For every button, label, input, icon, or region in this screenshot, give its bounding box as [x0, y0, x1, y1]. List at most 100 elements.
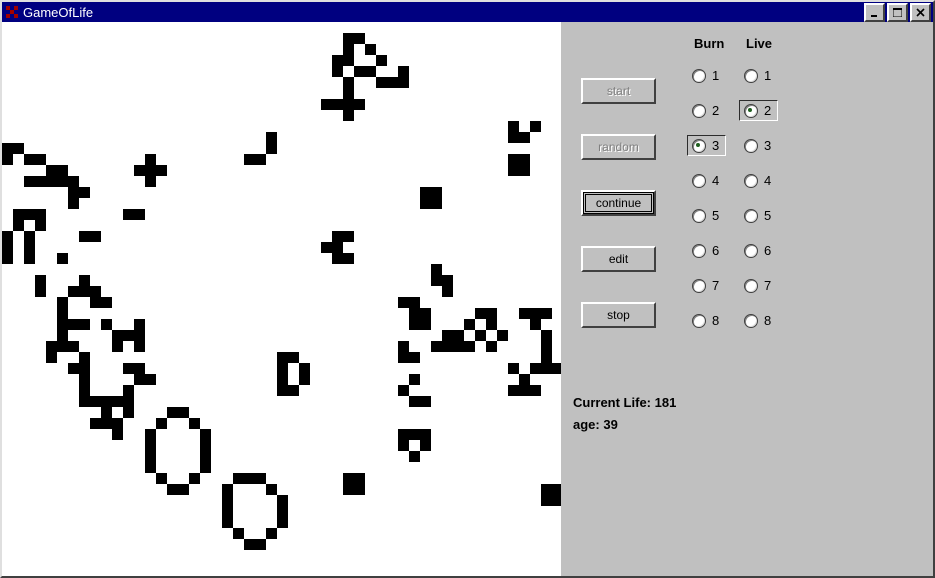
burn-radio-7[interactable]: 7 — [687, 275, 726, 296]
radio-icon — [692, 279, 706, 293]
life-value: 181 — [655, 395, 677, 410]
cell — [508, 154, 519, 165]
live-radio-5[interactable]: 5 — [739, 205, 778, 226]
cell — [35, 176, 46, 187]
maximize-button[interactable] — [887, 3, 908, 22]
cell — [277, 506, 288, 517]
cell — [2, 242, 13, 253]
cell — [343, 33, 354, 44]
continue-button[interactable]: continue — [581, 190, 656, 216]
cell — [508, 363, 519, 374]
cell — [376, 55, 387, 66]
client-area: start random continue edit stop Burn Liv… — [2, 22, 933, 576]
live-radio-7[interactable]: 7 — [739, 275, 778, 296]
stop-button[interactable]: stop — [581, 302, 656, 328]
cell — [90, 231, 101, 242]
burn-radio-1[interactable]: 1 — [687, 65, 726, 86]
cell — [79, 286, 90, 297]
cell — [123, 330, 134, 341]
cell — [486, 341, 497, 352]
cell — [541, 308, 552, 319]
cell — [332, 99, 343, 110]
cell — [541, 330, 552, 341]
cell — [101, 407, 112, 418]
radio-label: 7 — [764, 278, 771, 293]
cell — [255, 473, 266, 484]
cell — [541, 352, 552, 363]
cell — [68, 319, 79, 330]
radio-label: 1 — [764, 68, 771, 83]
cell — [409, 429, 420, 440]
edit-button[interactable]: edit — [581, 246, 656, 272]
cell — [365, 66, 376, 77]
live-radio-4[interactable]: 4 — [739, 170, 778, 191]
cell — [233, 473, 244, 484]
title-bar[interactable]: GameOfLife — [2, 2, 933, 22]
cell — [68, 198, 79, 209]
cell — [90, 286, 101, 297]
cell — [409, 319, 420, 330]
cell — [288, 385, 299, 396]
cell — [35, 209, 46, 220]
cell — [299, 374, 310, 385]
start-button[interactable]: start — [581, 78, 656, 104]
cell — [112, 341, 123, 352]
burn-radio-5[interactable]: 5 — [687, 205, 726, 226]
cell — [442, 330, 453, 341]
application-window: GameOfLife start random continue edit st… — [0, 0, 935, 578]
close-button[interactable] — [910, 3, 931, 22]
minimize-button[interactable] — [864, 3, 885, 22]
cell — [145, 176, 156, 187]
cell — [464, 341, 475, 352]
cell — [365, 44, 376, 55]
cell-grid — [2, 22, 561, 576]
cell — [13, 143, 24, 154]
cell — [442, 275, 453, 286]
cell — [277, 374, 288, 385]
cell — [145, 462, 156, 473]
cell — [420, 429, 431, 440]
cell — [57, 330, 68, 341]
cell — [200, 429, 211, 440]
radio-icon — [744, 69, 758, 83]
random-button[interactable]: random — [581, 134, 656, 160]
cell — [57, 297, 68, 308]
cell — [398, 352, 409, 363]
cell — [145, 165, 156, 176]
radio-label: 7 — [712, 278, 719, 293]
live-radio-2[interactable]: 2 — [739, 100, 778, 121]
cell — [486, 308, 497, 319]
burn-radio-4[interactable]: 4 — [687, 170, 726, 191]
cell — [486, 319, 497, 330]
live-radio-6[interactable]: 6 — [739, 240, 778, 261]
live-radio-3[interactable]: 3 — [739, 135, 778, 156]
radio-label: 2 — [712, 103, 719, 118]
burn-radio-3[interactable]: 3 — [687, 135, 726, 156]
radio-label: 8 — [764, 313, 771, 328]
burn-radio-2[interactable]: 2 — [687, 100, 726, 121]
cell — [519, 308, 530, 319]
life-canvas[interactable] — [2, 22, 561, 576]
cell — [431, 275, 442, 286]
cell — [354, 33, 365, 44]
cell — [420, 440, 431, 451]
cell — [101, 319, 112, 330]
cell — [266, 143, 277, 154]
cell — [508, 132, 519, 143]
cell — [277, 517, 288, 528]
live-radio-1[interactable]: 1 — [739, 65, 778, 86]
cell — [552, 484, 561, 495]
cell — [244, 473, 255, 484]
cell — [508, 385, 519, 396]
cell — [112, 418, 123, 429]
cell — [24, 154, 35, 165]
cell — [398, 429, 409, 440]
live-radio-8[interactable]: 8 — [739, 310, 778, 331]
cell — [398, 77, 409, 88]
cell — [35, 286, 46, 297]
radio-icon — [744, 209, 758, 223]
burn-radio-6[interactable]: 6 — [687, 240, 726, 261]
burn-header: Burn — [694, 36, 724, 51]
burn-radio-8[interactable]: 8 — [687, 310, 726, 331]
cell — [24, 209, 35, 220]
